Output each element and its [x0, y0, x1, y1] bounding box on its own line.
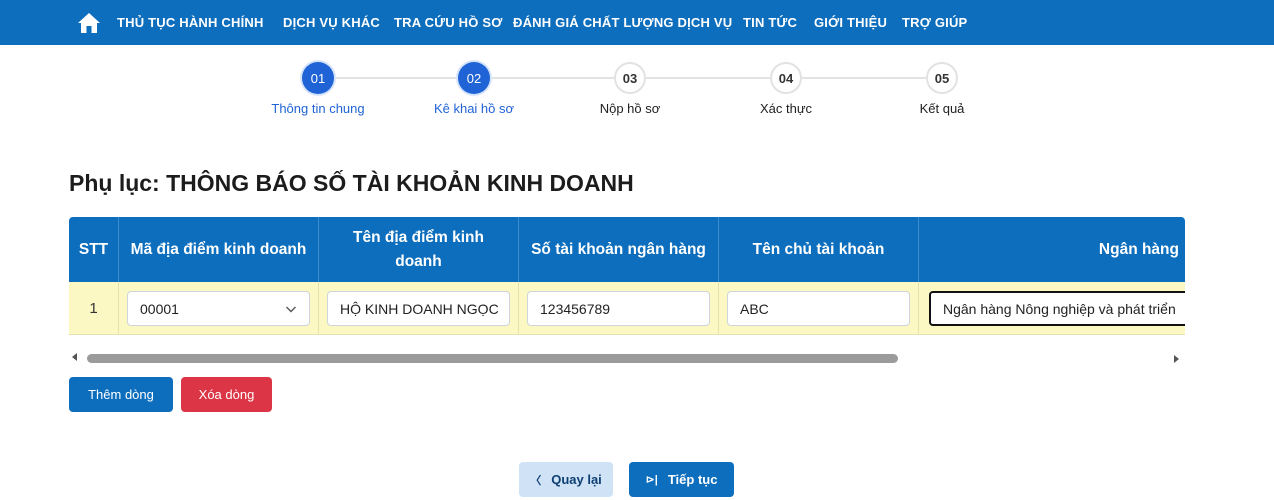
ten-dia-diem-value: HỘ KINH DOANH NGỌC	[340, 300, 499, 317]
nav-tin-tuc[interactable]: TIN TỨC	[743, 15, 797, 30]
ma-dia-diem-select[interactable]: 00001	[127, 291, 310, 326]
header-ma-dia-diem: Mã địa điểm kinh doanh	[119, 217, 319, 282]
step-3-circle: 03	[614, 62, 646, 94]
nav-tra-cuu-ho-so[interactable]: TRA CỨU HỒ SƠ	[394, 15, 503, 30]
header-ngan-hang: Ngân hàng	[1098, 240, 1179, 258]
ngan-hang-value: Ngân hàng Nông nghiệp và phát triển	[943, 300, 1176, 317]
back-button-label: Quay lại	[551, 472, 602, 487]
scroll-right-arrow-icon[interactable]	[1174, 355, 1179, 363]
back-button[interactable]: 〈 Quay lại	[519, 462, 613, 497]
step-2-label: Kê khai hồ sơ	[433, 101, 515, 116]
header-so-tai-khoan: Số tài khoản ngân hàng	[519, 217, 719, 282]
step-5-label: Kết quả	[919, 101, 965, 116]
nav-gioi-thieu[interactable]: GIỚI THIỆU	[814, 15, 887, 30]
step-connector	[802, 77, 926, 79]
step-connector	[646, 77, 770, 79]
header-stt: STT	[69, 217, 119, 282]
header-ten-chu-tai-khoan: Tên chủ tài khoản	[719, 217, 919, 282]
top-navbar: THỦ TỤC HÀNH CHÍNH DỊCH VỤ KHÁC TRA CỨU …	[0, 0, 1274, 45]
cell-ngan-hang: Ngân hàng Nông nghiệp và phát triển	[919, 282, 1185, 335]
so-tai-khoan-input[interactable]: 123456789	[527, 291, 710, 326]
table-header: STT Mã địa điểm kinh doanh Tên địa điểm …	[69, 217, 1185, 282]
nav-thu-tuc-hanh-chinh[interactable]: THỦ TỤC HÀNH CHÍNH	[117, 15, 264, 30]
header-ten-dia-diem: Tên địa điểm kinh doanh	[319, 217, 519, 282]
step-2-circle: 02	[458, 62, 490, 94]
ten-dia-diem-input[interactable]: HỘ KINH DOANH NGỌC	[327, 291, 510, 326]
cell-ten-chu-tai-khoan: ABC	[719, 282, 919, 335]
next-button-label: Tiếp tục	[667, 472, 718, 487]
cell-ma-dia-diem: 00001	[119, 282, 319, 335]
cell-so-tai-khoan: 123456789	[519, 282, 719, 335]
delete-row-button[interactable]: Xóa dòng	[181, 377, 272, 412]
skip-next-icon: ⊳|	[645, 474, 658, 486]
step-connector	[490, 77, 614, 79]
nav-danh-gia-chat-luong[interactable]: ĐÁNH GIÁ CHẤT LƯỢNG DỊCH VỤ	[513, 15, 732, 30]
nav-dich-vu-khac[interactable]: DỊCH VỤ KHÁC	[283, 15, 380, 30]
scrollbar-thumb[interactable]	[87, 354, 898, 363]
ma-dia-diem-value: 00001	[140, 300, 179, 317]
bank-account-table: STT Mã địa điểm kinh doanh Tên địa điểm …	[69, 217, 1185, 335]
step-4-circle: 04	[770, 62, 802, 94]
step-1-circle: 01	[302, 62, 334, 94]
step-connector	[334, 77, 458, 79]
scroll-left-arrow-icon[interactable]	[72, 353, 77, 361]
so-tai-khoan-value: 123456789	[540, 300, 611, 317]
ten-chu-tai-khoan-value: ABC	[740, 300, 769, 317]
home-icon[interactable]	[76, 10, 102, 36]
cell-ten-dia-diem: HỘ KINH DOANH NGỌC	[319, 282, 519, 335]
table-row: 1 00001 HỘ KINH DOANH NGỌC 123456789 ABC	[69, 282, 1185, 335]
step-4-label: Xác thực	[759, 101, 813, 116]
ngan-hang-input[interactable]: Ngân hàng Nông nghiệp và phát triển	[929, 291, 1185, 326]
chevron-down-icon	[286, 306, 296, 313]
next-button[interactable]: ⊳| Tiếp tục	[629, 462, 734, 497]
step-1-label: Thông tin chung	[271, 101, 365, 116]
page-title: Phụ lục: THÔNG BÁO SỐ TÀI KHOẢN KINH DOA…	[69, 170, 634, 196]
ten-chu-tai-khoan-input[interactable]: ABC	[727, 291, 910, 326]
step-5-circle: 05	[926, 62, 958, 94]
nav-tro-giup[interactable]: TRỢ GIÚP	[902, 15, 967, 30]
step-3-label: Nộp hồ sơ	[599, 101, 661, 116]
row-stt: 1	[69, 282, 119, 335]
chevron-left-icon: 〈	[530, 474, 542, 487]
add-row-button[interactable]: Thêm dòng	[69, 377, 173, 412]
